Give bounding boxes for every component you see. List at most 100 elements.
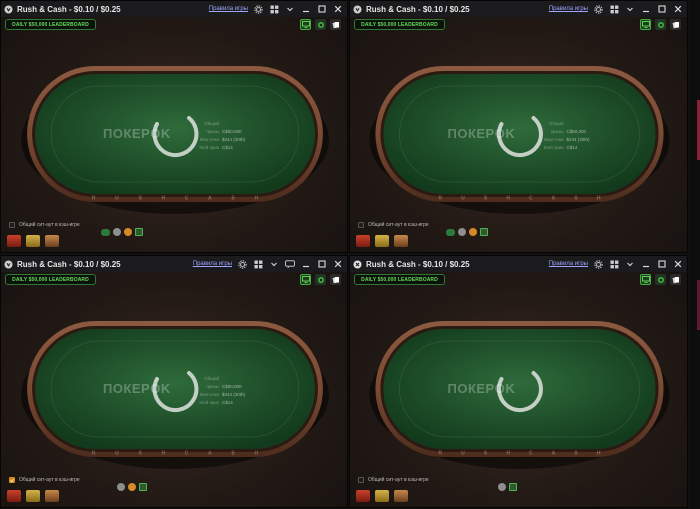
rail-letter: R bbox=[92, 196, 96, 202]
info-row: Мой приз C$14 bbox=[193, 399, 245, 407]
rail-letter: H bbox=[597, 451, 601, 457]
info-key: Общий призы bbox=[204, 376, 219, 389]
poker-table: RUSHCASH bbox=[21, 66, 329, 214]
table-window: Rush & Cash - $0.10 / $0.25 Правила игры bbox=[349, 255, 688, 508]
rail-letter: A bbox=[552, 451, 556, 457]
rail-letter: U bbox=[115, 196, 119, 202]
table-action-icons bbox=[445, 228, 488, 236]
cloud-icon[interactable] bbox=[113, 228, 121, 236]
promo-rush-icon[interactable] bbox=[7, 235, 21, 247]
cloud-icon[interactable] bbox=[457, 228, 466, 236]
rail-letter: R bbox=[438, 451, 442, 457]
table-window: Rush & Cash - $0.10 / $0.25 Правила игры bbox=[349, 0, 688, 253]
rail-letter: H bbox=[506, 196, 510, 202]
info-key: Мой приз bbox=[199, 145, 219, 150]
info-key: Мои очки bbox=[199, 392, 219, 397]
promo-rush-icon[interactable] bbox=[356, 235, 370, 247]
rail-letter: H bbox=[506, 451, 510, 457]
rail-letter: C bbox=[185, 196, 189, 202]
promo-slots-icon[interactable] bbox=[375, 490, 389, 502]
info-key: Общий призы bbox=[204, 121, 219, 134]
table-action-icons bbox=[117, 483, 147, 491]
info-key: Общий призы bbox=[548, 121, 564, 134]
promo-mystery-icon[interactable] bbox=[394, 235, 408, 247]
promo-mystery-icon[interactable] bbox=[394, 490, 408, 502]
sitout-checkbox-row[interactable]: Общий сит-аут в кэш-игре bbox=[358, 477, 429, 483]
info-key: Мой приз bbox=[199, 400, 219, 405]
rail-letter: H bbox=[255, 451, 259, 457]
info-row: Мои очки $244 (30th) bbox=[193, 391, 245, 399]
info-row: Мои очки $244 (30th) bbox=[193, 136, 245, 144]
sitout-label: Общий сит-аут в кэш-игре bbox=[368, 222, 429, 228]
chat-icon[interactable] bbox=[445, 228, 455, 236]
promo-icons bbox=[356, 235, 408, 247]
info-value: C$50,000 bbox=[222, 129, 242, 134]
pokerok-logo: ПОКЕРOK bbox=[447, 126, 516, 141]
gift-icon[interactable] bbox=[128, 483, 136, 491]
rail-letter: H bbox=[255, 196, 259, 202]
gift-icon[interactable] bbox=[468, 228, 477, 236]
table-felt bbox=[35, 74, 315, 194]
cloud-icon[interactable] bbox=[117, 483, 125, 491]
sitout-label: Общий сит-аут в кэш-игре bbox=[19, 222, 80, 228]
sitout-checkbox[interactable] bbox=[9, 477, 15, 483]
info-row: Общий призы C$50,000 bbox=[193, 120, 245, 136]
table-action-icons bbox=[101, 228, 143, 236]
checkmark-icon bbox=[10, 478, 14, 482]
pokerok-logo: ПОКЕРOK bbox=[103, 381, 171, 396]
sitout-checkbox[interactable] bbox=[358, 477, 364, 483]
pokerok-logo: ПОКЕРOK bbox=[447, 381, 516, 396]
stats-icon[interactable] bbox=[479, 228, 488, 236]
sitout-checkbox[interactable] bbox=[9, 222, 15, 228]
cloud-icon[interactable] bbox=[497, 483, 506, 491]
rail-letter: A bbox=[208, 451, 212, 457]
info-row: Мои очки $244 (30th) bbox=[538, 136, 589, 144]
sitout-checkbox-row[interactable]: Общий сит-аут в кэш-игре bbox=[9, 222, 80, 228]
desktop-scrollbar[interactable] bbox=[689, 0, 700, 509]
info-value: C$14 bbox=[222, 400, 233, 405]
rail-letter: A bbox=[552, 196, 556, 202]
leaderboard-info: Общий призы C$50,000 Мои очки $244 (30th) Мо… bbox=[193, 120, 245, 152]
promo-icons bbox=[7, 235, 59, 247]
rail-letter: U bbox=[461, 451, 465, 457]
info-key: Мои очки bbox=[544, 137, 564, 142]
poker-table: RUSHCASH bbox=[369, 66, 670, 214]
info-value: C$50,000 bbox=[222, 384, 242, 389]
rail-letter: H bbox=[597, 196, 601, 202]
sitout-checkbox-row[interactable]: Общий сит-аут в кэш-игре bbox=[9, 477, 80, 483]
pokerok-logo: ПОКЕРOK bbox=[103, 126, 171, 141]
table-window: Rush & Cash - $0.10 / $0.25 Правила игры bbox=[0, 255, 348, 508]
rail-letter: U bbox=[115, 451, 119, 457]
promo-slots-icon[interactable] bbox=[26, 235, 40, 247]
info-value: $244 (30th) bbox=[222, 137, 246, 142]
info-value: $244 (30th) bbox=[222, 392, 246, 397]
sitout-checkbox[interactable] bbox=[358, 222, 364, 228]
promo-mystery-icon[interactable] bbox=[45, 235, 59, 247]
stats-icon[interactable] bbox=[135, 228, 143, 236]
promo-slots-icon[interactable] bbox=[26, 490, 40, 502]
promo-mystery-icon[interactable] bbox=[45, 490, 59, 502]
rail-letter: C bbox=[529, 196, 533, 202]
stats-icon[interactable] bbox=[508, 483, 517, 491]
table-action-icons bbox=[497, 483, 517, 491]
info-row: Общий призы C$50,000 bbox=[538, 120, 590, 136]
promo-icons bbox=[356, 490, 408, 502]
table-grid: Rush & Cash - $0.10 / $0.25 Правила игры bbox=[0, 0, 700, 509]
info-row: Мой приз C$14 bbox=[538, 144, 590, 152]
chat-icon[interactable] bbox=[101, 228, 110, 236]
leaderboard-info: Общий призы C$50,000 Мои очки $244 (30th) Мо… bbox=[538, 120, 590, 152]
gift-icon[interactable] bbox=[124, 228, 132, 236]
stats-icon[interactable] bbox=[139, 483, 147, 491]
info-value: C$50,000 bbox=[566, 129, 587, 134]
info-value: C$14 bbox=[222, 145, 233, 150]
rail-letter: A bbox=[208, 196, 212, 202]
promo-rush-icon[interactable] bbox=[7, 490, 21, 502]
rail-letter: R bbox=[92, 451, 96, 457]
sitout-checkbox-row[interactable]: Общий сит-аут в кэш-игре bbox=[358, 222, 429, 228]
rail-letter: C bbox=[529, 451, 533, 457]
promo-slots-icon[interactable] bbox=[375, 235, 389, 247]
poker-table: RUSHCASH bbox=[21, 321, 329, 469]
poker-table: RUSHCASH bbox=[369, 321, 670, 469]
promo-rush-icon[interactable] bbox=[356, 490, 370, 502]
info-row: Общий призы C$50,000 bbox=[193, 375, 245, 391]
